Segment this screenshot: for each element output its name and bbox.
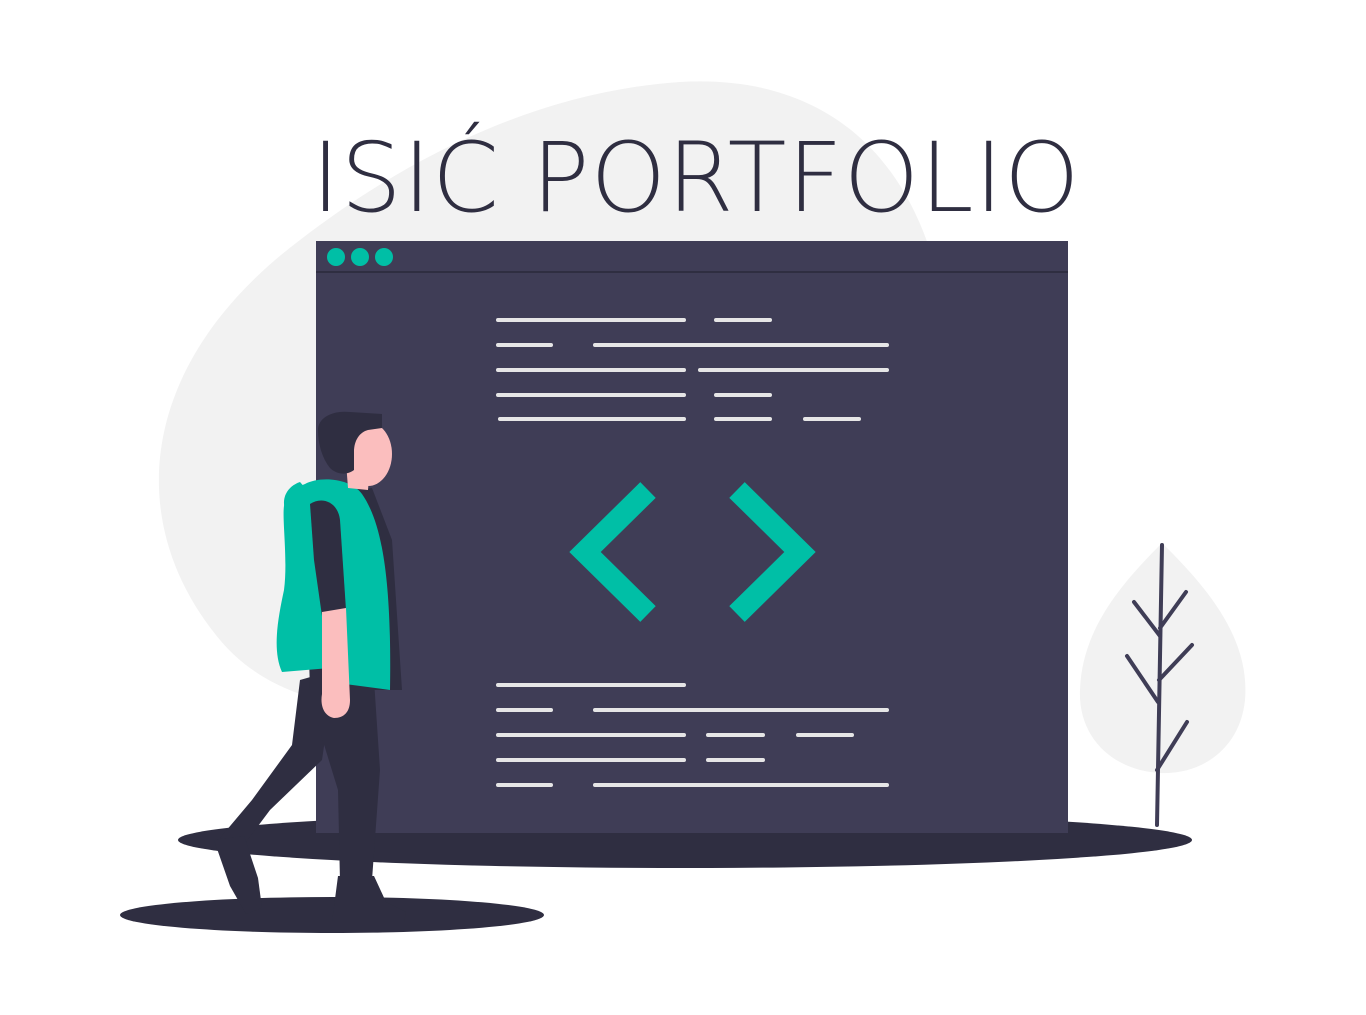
window-dot-2	[351, 248, 369, 266]
person-forearm	[321, 608, 350, 718]
code-window-frame	[316, 241, 1068, 833]
window-dot-1	[327, 248, 345, 266]
hero-illustration: ISIĆ PORTFOLIO	[0, 0, 1366, 1015]
ground-shadow-small	[120, 897, 544, 933]
code-window	[316, 241, 1068, 833]
window-dot-3	[375, 248, 393, 266]
leaf-tree-icon	[1079, 543, 1246, 827]
page-title: ISIĆ PORTFOLIO	[311, 122, 1081, 234]
